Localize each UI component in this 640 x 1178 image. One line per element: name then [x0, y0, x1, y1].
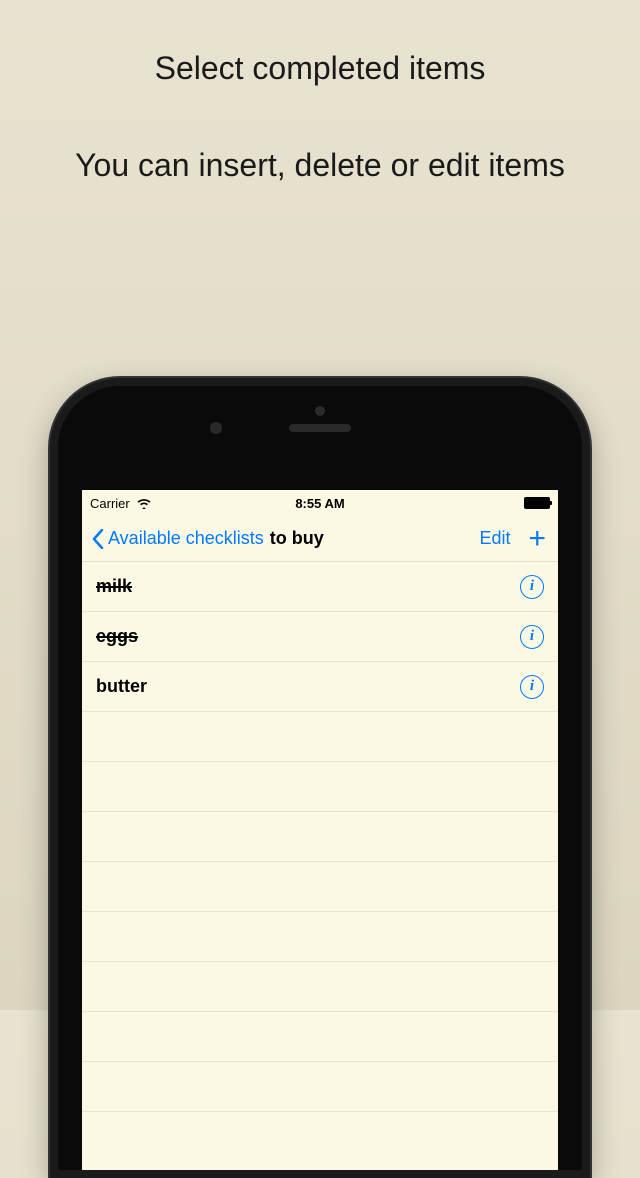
promo-heading-1: Select completed items — [0, 50, 640, 87]
info-icon[interactable]: i — [520, 675, 544, 699]
add-button[interactable]: + — [528, 524, 546, 554]
checklist: milk i eggs i butter i — [82, 562, 558, 1112]
status-time: 8:55 AM — [295, 496, 344, 511]
empty-row — [82, 862, 558, 912]
navigation-bar: Available checklists to buy Edit + — [82, 516, 558, 562]
empty-row — [82, 912, 558, 962]
back-button[interactable]: Available checklists — [92, 528, 264, 549]
item-label: eggs — [96, 626, 138, 647]
phone-frame: Carrier 8:55 AM Available checklists to … — [50, 378, 590, 1178]
edit-button[interactable]: Edit — [479, 528, 510, 549]
promo-heading-2: You can insert, delete or edit items — [0, 147, 640, 184]
list-item[interactable]: butter i — [82, 662, 558, 712]
phone-bezel: Carrier 8:55 AM Available checklists to … — [58, 386, 582, 1170]
front-camera-icon — [210, 422, 222, 434]
back-label: Available checklists — [108, 528, 264, 549]
phone-screen: Carrier 8:55 AM Available checklists to … — [82, 490, 558, 1170]
item-label: milk — [96, 576, 132, 597]
page-title: to buy — [270, 528, 324, 549]
empty-row — [82, 1062, 558, 1112]
empty-row — [82, 962, 558, 1012]
empty-row — [82, 1012, 558, 1062]
battery-icon — [524, 497, 550, 509]
info-icon[interactable]: i — [520, 625, 544, 649]
wifi-icon — [136, 497, 152, 509]
empty-row — [82, 812, 558, 862]
info-icon[interactable]: i — [520, 575, 544, 599]
item-label: butter — [96, 676, 147, 697]
empty-row — [82, 762, 558, 812]
chevron-left-icon — [92, 529, 104, 549]
carrier-label: Carrier — [90, 496, 130, 511]
speaker-icon — [289, 424, 351, 432]
empty-row — [82, 712, 558, 762]
proximity-sensor-icon — [315, 406, 325, 416]
status-bar: Carrier 8:55 AM — [82, 490, 558, 516]
list-item[interactable]: eggs i — [82, 612, 558, 662]
list-item[interactable]: milk i — [82, 562, 558, 612]
